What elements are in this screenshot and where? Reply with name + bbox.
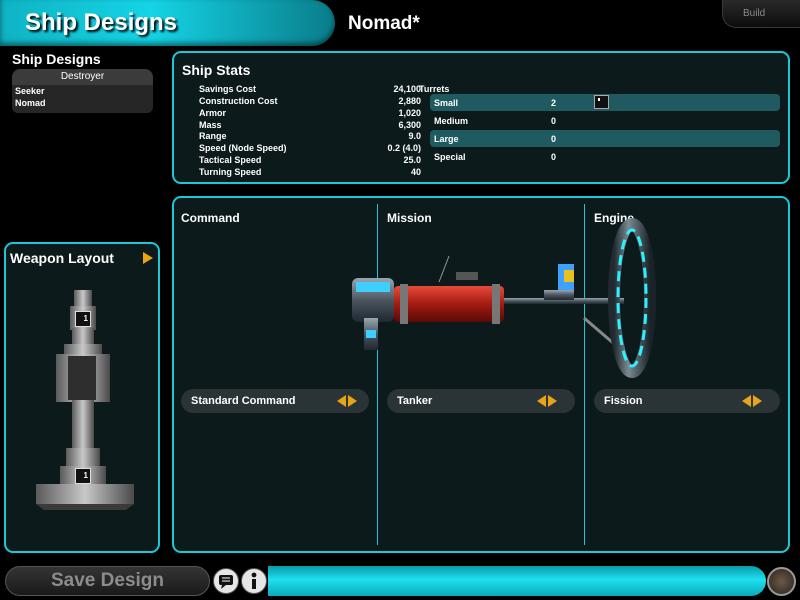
turret-count: 0 [551,116,557,126]
ship-model-image [352,218,656,378]
turret-label: Special [434,152,466,162]
modules-panel: Command Mission Engine Standard Command … [172,196,790,553]
stat-value: 1,020 [398,108,421,118]
turret-count: 0 [551,152,557,162]
stat-row: Armor 1,020 [199,108,421,120]
stat-label: Speed (Node Speed) [199,143,287,153]
chat-icon-glyph [219,575,233,589]
command-next-arrow-icon[interactable] [348,395,357,407]
page-title: Ship Designs [25,9,178,36]
stat-row: Turning Speed 40 [199,167,421,179]
turret-count: 2 [551,98,557,108]
stat-row: Tactical Speed 25.0 [199,155,421,167]
stat-label: Armor [199,108,227,118]
bottom-bar: Save Design [0,564,800,600]
chat-icon[interactable] [213,568,239,594]
weapon-slot[interactable]: 1 [75,311,91,327]
list-item[interactable]: Seeker [12,85,153,97]
command-selector[interactable]: Standard Command [181,389,369,413]
stat-value: 2,880 [398,96,421,106]
info-icon-glyph [251,572,257,589]
weapon-layout-panel: Weapon Layout 1 1 [4,242,160,553]
engine-selector[interactable]: Fission [594,389,780,413]
title-tab: Ship Designs [0,0,335,46]
stat-label: Range [199,131,227,141]
turret-label: Medium [434,116,469,126]
stat-row: Range 9.0 [199,131,421,143]
turret-slot-icon [594,95,609,109]
turret-label: Large [434,134,459,144]
ship-stats-title: Ship Stats [182,62,251,78]
engine-selection: Fission [604,395,643,407]
command-title: Command [181,211,240,225]
stat-value: 6,300 [398,120,421,130]
stat-label: Construction Cost [199,96,278,106]
command-prev-arrow-icon[interactable] [337,395,346,407]
designs-list-title: Ship Designs [12,51,101,67]
ship-stats-panel: Ship Stats Savings Cost 24,100 Construct… [172,51,790,184]
info-icon[interactable] [241,568,267,594]
stat-row: Speed (Node Speed) 0.2 (4.0) [199,143,421,155]
stat-value: 9.0 [408,131,421,141]
stat-value: 24,100 [393,84,421,94]
turret-count: 0 [551,134,557,144]
engine-next-arrow-icon[interactable] [753,395,762,407]
build-tab-label: Build [743,8,766,19]
turret-row-small[interactable]: Small 2 [430,94,780,111]
stat-value: 40 [410,167,421,177]
design-list: Seeker Nomad [12,85,153,113]
build-tab[interactable]: Build [722,0,800,28]
design-name: Nomad* [348,13,420,34]
turrets-label: Turrets [419,84,450,94]
command-selection: Standard Command [191,395,296,407]
turret-row-medium[interactable]: Medium 0 [430,112,780,129]
mission-selector[interactable]: Tanker [387,389,575,413]
stat-label: Savings Cost [199,84,257,94]
stat-value: 25.0 [403,155,421,165]
mission-next-arrow-icon[interactable] [548,395,557,407]
stat-row: Savings Cost 24,100 [199,84,421,96]
menu-orb-button[interactable] [767,567,796,596]
stat-value: 0.2 (4.0) [387,143,421,153]
turret-row-large[interactable]: Large 0 [430,130,780,147]
mission-prev-arrow-icon[interactable] [537,395,546,407]
list-item[interactable]: Nomad [12,97,153,109]
ship-class-header[interactable]: Destroyer [12,69,153,85]
turret-row-special[interactable]: Special 0 [430,148,780,165]
mission-selection: Tanker [397,395,433,407]
stat-row: Construction Cost 2,880 [199,96,421,108]
stat-label: Turning Speed [199,167,262,177]
stat-label: Tactical Speed [199,155,262,165]
engine-prev-arrow-icon[interactable] [742,395,751,407]
weapon-slot[interactable]: 1 [75,468,91,484]
status-bar [268,566,766,596]
save-design-button[interactable]: Save Design [5,566,210,596]
stat-label: Mass [199,120,222,130]
ship-silhouette [36,290,134,510]
turret-label: Small [434,98,459,108]
